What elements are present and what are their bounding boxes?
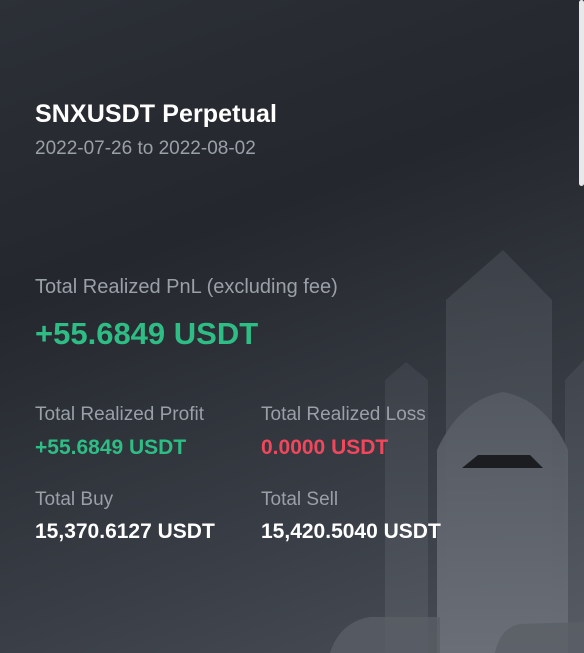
total-sell-value: 15,420.5040 USDT [261,520,441,543]
date-range: 2022-07-26 to 2022-08-02 [35,138,256,159]
total-buy-value: 15,370.6127 USDT [35,520,215,543]
total-realized-pnl-label: Total Realized PnL (excluding fee) [35,276,338,298]
total-realized-profit-label: Total Realized Profit [35,404,204,425]
total-realized-pnl-value: +55.6849 USDT [35,316,259,351]
total-realized-loss-value: 0.0000 USDT [261,436,389,459]
scrollbar[interactable] [579,0,584,186]
total-realized-profit-value: +55.6849 USDT [35,436,187,459]
total-realized-loss-label: Total Realized Loss [261,404,426,425]
page-title: SNXUSDT Perpetual [35,100,278,128]
total-buy-label: Total Buy [35,489,114,510]
total-sell-label: Total Sell [261,489,339,510]
